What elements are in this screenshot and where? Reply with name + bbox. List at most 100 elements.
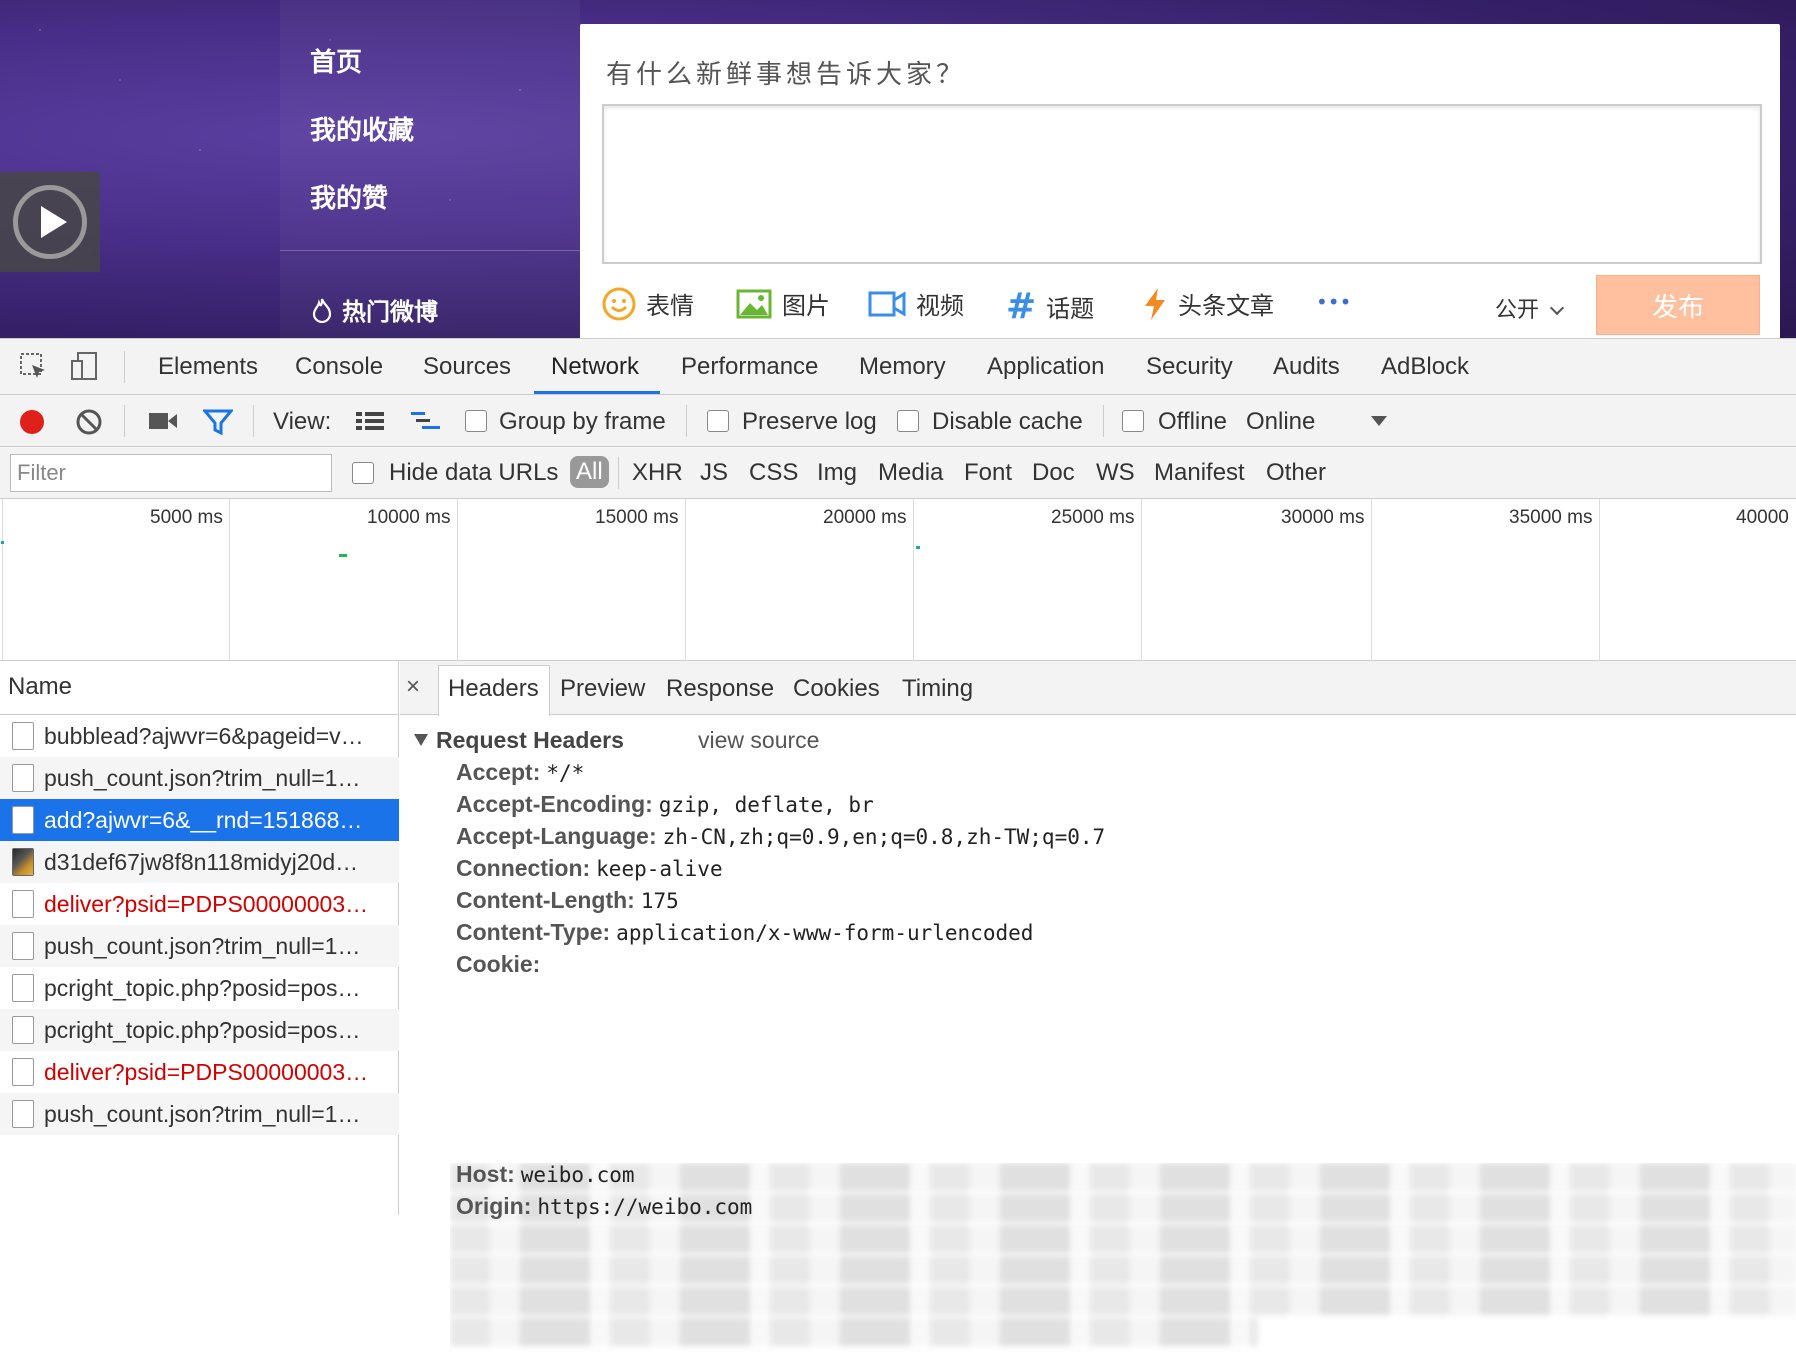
tab-elements[interactable]: Elements [158,353,258,381]
type-filter-media[interactable]: Media [878,459,943,487]
image-button[interactable]: 图片 [736,286,830,321]
post-textarea[interactable] [602,104,1762,264]
tab-console[interactable]: Console [295,353,383,381]
redacted-line [450,1256,1796,1284]
request-row[interactable]: push_count.json?trim_null=1… [0,757,399,799]
type-filter-all[interactable]: All [570,456,609,488]
tab-response[interactable]: Response [666,675,774,703]
toolbar-separator [253,405,254,437]
request-headers-section[interactable]: Request Headers [414,727,624,754]
document-file-icon [12,932,34,960]
disable-cache-checkbox[interactable] [897,410,919,432]
request-row[interactable]: deliver?psid=PDPS00000003… [0,883,399,925]
nav-likes[interactable]: 我的赞 [310,178,388,215]
view-source-link[interactable]: view source [698,727,819,754]
toolbar-separator [686,405,687,437]
request-row[interactable]: push_count.json?trim_null=1… [0,1093,399,1135]
tab-headers[interactable]: Headers [448,675,539,703]
tab-audits[interactable]: Audits [1273,353,1340,381]
offline-checkbox[interactable] [1122,410,1144,432]
play-icon [13,185,87,259]
redacted-line [450,1287,1796,1315]
emoji-label: 表情 [646,292,694,320]
nav-favorites[interactable]: 我的收藏 [310,110,414,147]
nav-hot-label: 热门微博 [342,298,438,326]
hide-data-urls-label: Hide data URLs [389,459,559,486]
request-row[interactable]: push_count.json?trim_null=1… [0,925,399,967]
record-icon[interactable] [18,408,46,436]
throttle-dropdown-icon[interactable] [1370,415,1388,427]
tab-application[interactable]: Application [987,353,1104,381]
close-icon[interactable]: × [406,673,420,701]
timeline-tick-label: 5000 ms [150,507,223,528]
filter-bar: Hide data URLs All XHR JS CSS Img Media … [0,447,1796,499]
name-column-header[interactable]: Name [0,661,399,715]
emoji-button[interactable]: 表情 [602,286,694,321]
filter-input[interactable] [10,454,332,492]
tab-memory[interactable]: Memory [859,353,946,381]
tab-network[interactable]: Network [551,353,639,381]
nav-hot-weibo[interactable]: 热门微博 [310,292,438,327]
group-by-frame-checkbox[interactable] [465,410,487,432]
request-row[interactable]: deliver?psid=PDPS00000003… [0,1051,399,1093]
type-filter-ws[interactable]: WS [1096,459,1135,487]
visibility-select[interactable]: 公开 [1495,292,1565,324]
tab-performance[interactable]: Performance [681,353,818,381]
timeline-tick-label: 30000 ms [1281,507,1365,528]
lightning-icon [1145,287,1165,320]
type-filter-other[interactable]: Other [1266,459,1326,487]
toolbar-separator [1103,405,1104,437]
image-file-icon [12,848,34,876]
type-filter-js[interactable]: JS [700,459,728,487]
request-row[interactable]: bubblead?ajwvr=6&pageid=v… [0,715,399,757]
filter-icon[interactable] [203,408,233,436]
request-name: push_count.json?trim_null=1… [44,932,361,959]
video-button[interactable]: 视频 [868,286,964,321]
tab-sources[interactable]: Sources [423,353,511,381]
request-row[interactable]: pcright_topic.php?posid=pos… [0,1009,399,1051]
type-filter-manifest[interactable]: Manifest [1154,459,1245,487]
timeline-gridline [457,499,458,661]
throttle-select[interactable]: Online [1246,408,1315,436]
tab-adblock[interactable]: AdBlock [1381,353,1469,381]
large-rows-icon[interactable] [355,410,385,432]
network-toolbar: View: Group by frame Preserve log Disabl… [0,395,1796,447]
tab-timing[interactable]: Timing [902,675,973,703]
clear-icon[interactable] [75,408,103,436]
preserve-log-checkbox[interactable] [707,410,729,432]
hide-data-urls-checkbox[interactable] [352,462,374,484]
nav-home[interactable]: 首页 [310,42,362,79]
document-file-icon [12,806,34,834]
tab-cookies[interactable]: Cookies [793,675,880,703]
tab-preview[interactable]: Preview [560,675,645,703]
header-row: Origin: https://weibo.com [456,1193,752,1220]
header-row: Cookie: [456,951,546,978]
request-name: pcright_topic.php?posid=pos… [44,1016,361,1043]
video-play-button[interactable] [0,172,100,272]
request-row[interactable]: d31def67jw8f8n118midyj20d… [0,841,399,883]
request-list: Name bubblead?ajwvr=6&pageid=v… push_coun… [0,661,399,1215]
type-filter-xhr[interactable]: XHR [632,459,683,487]
type-filter-css[interactable]: CSS [749,459,798,487]
device-toolbar-icon[interactable] [70,351,100,381]
topic-button[interactable]: # 话题 [1006,286,1094,327]
waterfall-overview-icon[interactable] [410,410,442,432]
tab-security[interactable]: Security [1146,353,1233,381]
type-filter-font[interactable]: Font [964,459,1012,487]
type-filter-doc[interactable]: Doc [1032,459,1075,487]
redacted-line [450,1318,1258,1346]
publish-button[interactable]: 发布 [1596,275,1760,335]
request-row[interactable]: pcright_topic.php?posid=pos… [0,967,399,1009]
inspect-element-icon[interactable] [18,351,48,381]
timeline-gridline [685,499,686,661]
type-filter-img[interactable]: Img [817,459,857,487]
header-value: https://weibo.com [537,1195,753,1219]
article-button[interactable]: 头条文章 [1142,286,1274,321]
request-row[interactable]: add?ajwvr=6&__rnd=151868… [0,799,399,841]
request-name: pcright_topic.php?posid=pos… [44,974,361,1001]
capture-screenshots-icon[interactable] [148,410,178,432]
more-tools-button[interactable]: ••• [1316,290,1351,314]
header-key: Origin: [456,1193,532,1219]
header-value: weibo.com [520,1163,635,1187]
network-overview-timeline[interactable]: 5000 ms 10000 ms 15000 ms 20000 ms 25000… [0,499,1796,661]
